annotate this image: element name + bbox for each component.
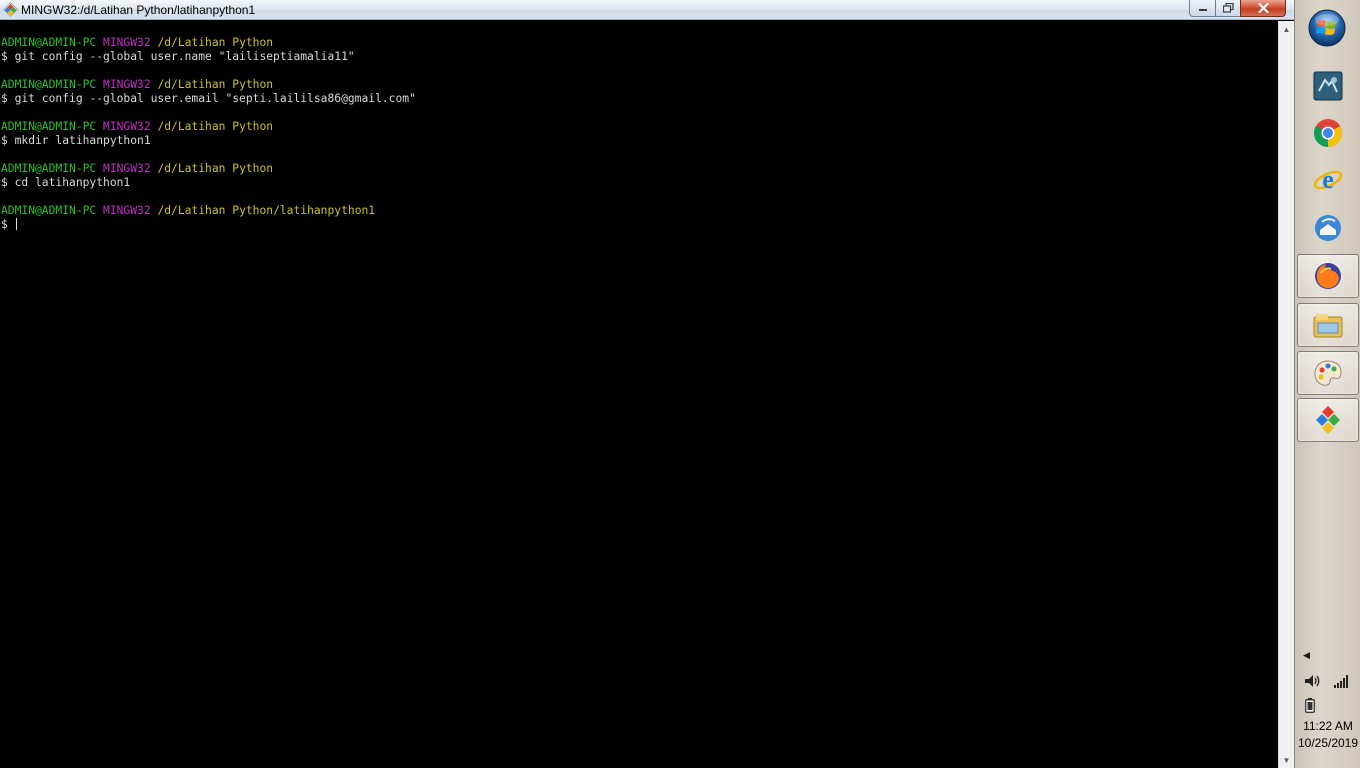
- scroll-up-arrow-icon[interactable]: ▲: [1279, 21, 1294, 37]
- prompt-path: /d/Latihan Python/latihanpython1: [157, 204, 376, 217]
- taskbar-app-diamond[interactable]: [1297, 398, 1359, 442]
- firefox-icon: [1315, 263, 1341, 289]
- restore-icon: [1222, 3, 1234, 13]
- start-button-windows-icon[interactable]: [1308, 9, 1346, 47]
- prompt-user-host: ADMIN@ADMIN-PC: [1, 162, 97, 175]
- terminal-window[interactable]: ADMIN@ADMIN-PC MINGW32 /d/Latihan Python…: [0, 21, 1278, 768]
- taskbar-chrome[interactable]: [1297, 111, 1359, 155]
- maximize-button[interactable]: [1215, 0, 1241, 17]
- prompt-user-host: ADMIN@ADMIN-PC: [1, 120, 97, 133]
- git-bash-icon: [1313, 71, 1343, 101]
- terminal-prompt-line: ADMIN@ADMIN-PC MINGW32 /d/Latihan Python…: [1, 204, 1278, 218]
- prompt-user-host: ADMIN@ADMIN-PC: [1, 78, 97, 91]
- prompt-system: MINGW32: [103, 204, 151, 217]
- terminal-command-line: $ git config --global user.email "septi.…: [1, 92, 416, 105]
- text-cursor: [15, 218, 17, 230]
- prompt-user-host: ADMIN@ADMIN-PC: [1, 36, 97, 49]
- minimize-icon: [1198, 9, 1207, 11]
- chrome-icon: [1314, 119, 1342, 147]
- terminal-input-prompt: $: [1, 218, 15, 231]
- terminal-prompt-line: ADMIN@ADMIN-PC MINGW32 /d/Latihan Python: [1, 78, 1278, 92]
- close-icon: [1257, 3, 1269, 13]
- clock-date[interactable]: 10/25/2019: [1295, 736, 1360, 750]
- prompt-path: /d/Latihan Python: [157, 120, 274, 133]
- battery-icon[interactable]: [1305, 698, 1315, 713]
- taskbar-git-bash[interactable]: [1297, 64, 1359, 108]
- prompt-user-host: ADMIN@ADMIN-PC: [1, 204, 97, 217]
- taskbar-thunderbird[interactable]: [1297, 206, 1359, 250]
- close-button[interactable]: [1240, 0, 1286, 17]
- volume-icon[interactable]: [1303, 673, 1321, 689]
- file-explorer-icon: [1313, 314, 1343, 338]
- app-diamond-icon: [1316, 406, 1340, 434]
- show-hidden-icons-chevron-icon[interactable]: ◀: [1303, 650, 1310, 661]
- terminal-prompt-line: ADMIN@ADMIN-PC MINGW32 /d/Latihan Python: [1, 162, 1278, 176]
- internet-explorer-icon: e: [1313, 165, 1343, 194]
- paint-icon: [1314, 360, 1342, 386]
- terminal-prompt-line: ADMIN@ADMIN-PC MINGW32 /d/Latihan Python: [1, 36, 1278, 50]
- scroll-down-arrow-icon[interactable]: ▼: [1279, 752, 1294, 768]
- window-title-bar[interactable]: MINGW32:/d/Latihan Python/latihanpython1: [0, 0, 1294, 20]
- clock-time[interactable]: 11:22 AM: [1295, 719, 1360, 733]
- terminal-prompt-line: ADMIN@ADMIN-PC MINGW32 /d/Latihan Python: [1, 120, 1278, 134]
- terminal-output[interactable]: ADMIN@ADMIN-PC MINGW32 /d/Latihan Python…: [0, 21, 1278, 232]
- prompt-system: MINGW32: [103, 120, 151, 133]
- prompt-system: MINGW32: [103, 36, 151, 49]
- window-title: MINGW32:/d/Latihan Python/latihanpython1: [21, 3, 256, 17]
- terminal-command-line: $ mkdir latihanpython1: [1, 134, 151, 147]
- svg-text:e: e: [1322, 165, 1334, 194]
- taskbar-paint[interactable]: [1297, 351, 1359, 395]
- vertical-scrollbar[interactable]: ▲ ▼: [1278, 21, 1294, 768]
- terminal-command-line: $ git config --global user.name "lailise…: [1, 50, 355, 63]
- taskbar-internet-explorer[interactable]: e: [1297, 158, 1359, 202]
- minimize-button[interactable]: [1189, 0, 1216, 17]
- prompt-system: MINGW32: [103, 162, 151, 175]
- prompt-path: /d/Latihan Python: [157, 162, 274, 175]
- prompt-path: /d/Latihan Python: [157, 36, 274, 49]
- terminal-command-line: $ cd latihanpython1: [1, 176, 131, 189]
- terminal-input-line[interactable]: $: [1, 218, 1278, 232]
- thunderbird-icon: [1315, 215, 1341, 241]
- prompt-system: MINGW32: [103, 78, 151, 91]
- network-signal-icon[interactable]: [1333, 674, 1349, 688]
- prompt-path: /d/Latihan Python: [157, 78, 274, 91]
- taskbar-firefox[interactable]: [1297, 254, 1359, 298]
- taskbar: e ◀ 11:22 AM 10/25/2019: [1294, 0, 1360, 768]
- taskbar-file-explorer[interactable]: [1297, 303, 1359, 347]
- mingw-app-icon[interactable]: [3, 2, 18, 17]
